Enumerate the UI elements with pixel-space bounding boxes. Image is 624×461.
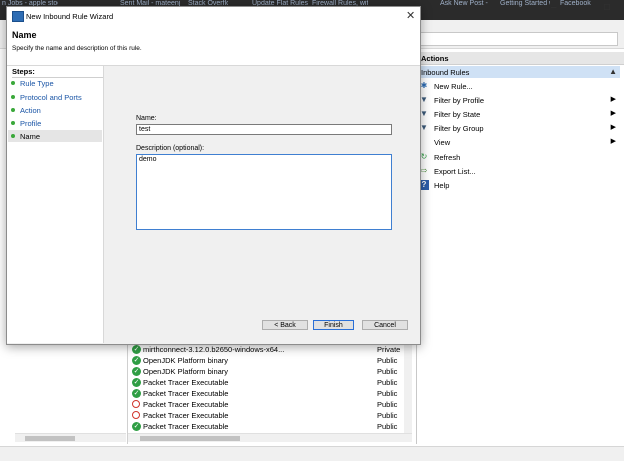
- rule-name: Packet Tracer Executable: [143, 422, 229, 431]
- action-label: Refresh: [434, 153, 461, 162]
- page-title: Name: [12, 30, 37, 40]
- scrollbar-thumb[interactable]: [25, 436, 75, 441]
- restore-icon[interactable]: □: [604, 2, 610, 13]
- rules-horizontal-scrollbar[interactable]: [128, 433, 412, 442]
- allow-icon: ✓: [132, 367, 141, 376]
- scrollbar-thumb[interactable]: [140, 436, 240, 441]
- allow-icon: ✓: [132, 422, 141, 431]
- allow-icon: ✓: [132, 356, 141, 365]
- rule-name: Packet Tracer Executable: [143, 400, 229, 409]
- step-action[interactable]: Action: [8, 104, 102, 116]
- action-label: Filter by Profile: [434, 96, 485, 105]
- collapse-arrow-icon[interactable]: ▲: [609, 67, 617, 76]
- action-help[interactable]: ? Help: [419, 179, 619, 191]
- step-bullet-icon: [11, 121, 15, 125]
- submenu-arrow-icon: ▶: [610, 96, 616, 103]
- step-protocol-and-ports[interactable]: Protocol and Ports: [8, 91, 102, 103]
- rule-name: OpenJDK Platform binary: [143, 356, 229, 365]
- table-row[interactable]: ✓ OpenJDK Platform binary Public: [132, 356, 408, 367]
- allow-icon: ✓: [132, 389, 141, 398]
- name-field[interactable]: [136, 124, 392, 135]
- rule-profile: Public: [377, 422, 398, 431]
- table-row[interactable]: ✓ Packet Tracer Executable Public: [132, 422, 408, 433]
- step-bullet-icon: [11, 134, 15, 138]
- page-description: Specify the name and description of this…: [12, 45, 142, 52]
- step-name[interactable]: Name: [8, 130, 102, 142]
- action-filter-by-profile[interactable]: ▼ Filter by Profile ▶: [419, 94, 619, 106]
- action-label: Export List...: [434, 167, 476, 176]
- step-label: Action: [20, 106, 41, 115]
- new-inbound-rule-wizard-dialog: New Inbound Rule Wizard ✕ Name Specify t…: [6, 6, 421, 345]
- step-label: Protocol and Ports: [20, 93, 82, 102]
- rule-name: Packet Tracer Executable: [143, 378, 229, 387]
- rule-profile: Public: [377, 389, 398, 398]
- description-label: Description (optional):: [136, 145, 205, 152]
- minimize-icon[interactable]: –: [551, 2, 557, 13]
- status-bar: [0, 446, 624, 461]
- step-bullet-icon: [11, 108, 15, 112]
- action-new-rule[interactable]: ✱ New Rule...: [419, 80, 619, 92]
- cancel-button[interactable]: Cancel: [362, 320, 408, 330]
- description-field[interactable]: demo: [136, 154, 392, 230]
- table-row[interactable]: Packet Tracer Executable Public: [132, 400, 408, 411]
- rule-name: OpenJDK Platform binary: [143, 367, 229, 376]
- action-filter-by-state[interactable]: ▼ Filter by State ▶: [419, 108, 619, 120]
- allow-icon: ✓: [132, 345, 141, 354]
- actions-header: Actions: [416, 52, 624, 65]
- action-label: Help: [434, 181, 450, 190]
- table-row[interactable]: ✓ OpenJDK Platform binary Public: [132, 367, 408, 378]
- step-label: Rule Type: [20, 79, 54, 88]
- rule-name: mirthconnect-3.12.0.b2650-windows-x64...: [143, 345, 285, 354]
- submenu-arrow-icon: ▶: [610, 124, 616, 131]
- left-horizontal-scrollbar[interactable]: [15, 433, 126, 442]
- action-refresh[interactable]: ↻ Refresh: [419, 151, 619, 163]
- table-row[interactable]: Packet Tracer Executable Public: [132, 411, 408, 422]
- step-label: Name: [20, 132, 41, 141]
- rule-name: Packet Tracer Executable: [143, 411, 229, 420]
- rule-profile: Private: [377, 345, 401, 354]
- table-row[interactable]: ✓ mirthconnect-3.12.0.b2650-windows-x64.…: [132, 345, 408, 356]
- actions-section-inbound-rules[interactable]: Inbound Rules ▲: [416, 66, 620, 78]
- step-rule-type[interactable]: Rule Type: [8, 77, 102, 89]
- action-label: View: [434, 138, 451, 147]
- block-icon: [132, 411, 140, 419]
- browser-tab[interactable]: Ask New Post - Inbound f...: [440, 0, 490, 8]
- rule-profile: Public: [377, 400, 398, 409]
- action-label: New Rule...: [434, 82, 473, 91]
- navigation-tree-pane: [15, 340, 128, 444]
- finish-button[interactable]: Finish: [313, 320, 354, 330]
- action-label: Filter by Group: [434, 124, 484, 133]
- action-view[interactable]: View ▶: [419, 136, 619, 148]
- rule-profile: Public: [377, 378, 398, 387]
- table-row[interactable]: ✓ Packet Tracer Executable Public: [132, 389, 408, 400]
- rule-profile: Public: [377, 367, 398, 376]
- submenu-arrow-icon: ▶: [610, 110, 616, 117]
- table-row[interactable]: ✓ Packet Tracer Executable Public: [132, 378, 408, 389]
- rules-vertical-scrollbar[interactable]: [404, 340, 412, 433]
- name-label: Name:: [136, 115, 157, 122]
- action-export-list[interactable]: ⇨ Export List...: [419, 165, 619, 177]
- rule-name: Packet Tracer Executable: [143, 389, 229, 398]
- step-profile[interactable]: Profile: [8, 117, 102, 129]
- step-bullet-icon: [11, 95, 15, 99]
- background-address-field[interactable]: [420, 32, 618, 46]
- action-label: Filter by State: [434, 110, 481, 119]
- firewall-app-icon: [12, 11, 24, 22]
- submenu-arrow-icon: ▶: [610, 138, 616, 145]
- dialog-title: New Inbound Rule Wizard: [26, 12, 114, 21]
- step-label: Profile: [20, 119, 42, 128]
- actions-section-label: Inbound Rules: [421, 68, 470, 77]
- action-filter-by-group[interactable]: ▼ Filter by Group ▶: [419, 122, 619, 134]
- close-icon[interactable]: ✕: [406, 9, 415, 22]
- browser-tab[interactable]: Facebook: [560, 0, 620, 8]
- rule-profile: Public: [377, 356, 398, 365]
- rule-profile: Public: [377, 411, 398, 420]
- block-icon: [132, 400, 140, 408]
- actions-header-label: Actions: [421, 54, 449, 63]
- back-button[interactable]: < Back: [262, 320, 308, 330]
- allow-icon: ✓: [132, 378, 141, 387]
- step-bullet-icon: [11, 81, 15, 85]
- browser-tab[interactable]: Getting Started with: [500, 0, 550, 8]
